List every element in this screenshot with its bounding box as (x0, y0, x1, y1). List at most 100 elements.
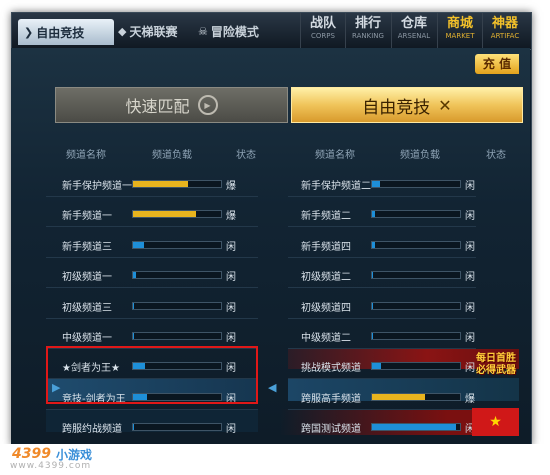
channel-load-fill (133, 303, 135, 309)
channel-load-fill (133, 211, 197, 217)
tab-label: 冒险模式 (210, 24, 259, 39)
right-channel-row[interactable]: 挑战模式频道闲 (288, 356, 476, 376)
channel-load-fill (133, 333, 135, 339)
row-divider (288, 378, 476, 379)
left-channel-row[interactable]: 新手频道三 闲 (46, 235, 258, 255)
channel-load-bar (132, 423, 222, 431)
channel-load-fill (133, 181, 189, 187)
left-channel-row[interactable]: 新手保护频道一 爆 (46, 174, 258, 194)
ladder-emblem-icon: ◆ (118, 24, 127, 38)
right-channel-row[interactable]: 新手频道二 闲 (288, 204, 476, 224)
highlight-box (46, 346, 258, 404)
channel-status: 闲 (465, 181, 475, 192)
tab-ladder-league[interactable]: ◆ 天梯联赛 (118, 20, 177, 42)
left-channel-row[interactable]: 跨服约战频道 闲 (46, 417, 258, 437)
tab-free-competition[interactable]: ❯ 自由竞技 (18, 19, 114, 45)
right-channel-row[interactable]: 新手频道四 闲 (288, 235, 476, 255)
free-competition-label: 自由竞技 (362, 97, 431, 118)
channel-load-fill (372, 303, 374, 309)
channel-load-bar (371, 302, 461, 310)
menu-arsenal[interactable]: 仓库 ARSENAL (391, 13, 436, 49)
channel-load-bar (371, 241, 461, 249)
channel-load-bar (371, 332, 461, 340)
right-channel-row[interactable]: 跨国测试频道闲 (288, 417, 476, 437)
daily-first-win-promo[interactable]: 每日首胜 必得武器 (470, 353, 522, 377)
left-channel-row[interactable]: 初级频道三 闲 (46, 296, 258, 316)
menu-artifact[interactable]: 神器 ARTIFAC (482, 13, 527, 49)
left-header-name: 频道名称 (66, 150, 106, 161)
channel-status: 闲 (465, 333, 475, 344)
channel-load-fill (372, 394, 425, 400)
channel-status: 爆 (226, 211, 236, 222)
channel-load-fill (372, 424, 456, 430)
tab-label: 自由竞技 (36, 25, 85, 40)
channel-load-fill (372, 242, 375, 248)
channel-name: 新手保护频道一 (62, 181, 132, 192)
left-header-load: 频道负载 (152, 150, 192, 161)
channel-load-fill (372, 333, 374, 339)
menu-market[interactable]: 商城 MARKET (437, 13, 482, 49)
row-divider (288, 318, 476, 319)
channel-status: 闲 (226, 333, 236, 344)
channel-load-bar (132, 210, 222, 218)
right-channel-row[interactable]: 初级频道二 闲 (288, 265, 476, 285)
right-channel-row[interactable]: 中级频道二 闲 (288, 326, 476, 346)
right-header-name: 频道名称 (315, 150, 355, 161)
channel-name: 新手保护频道二 (301, 181, 371, 192)
channel-name: 新手频道四 (301, 242, 351, 253)
promo-line-2: 必得武器 (476, 365, 516, 376)
watermark-brand: 4399 (12, 446, 51, 462)
channel-load-fill (372, 363, 381, 369)
row-divider (288, 226, 476, 227)
channel-status: 闲 (226, 303, 236, 314)
channel-load-fill (372, 181, 380, 187)
menu-ranking[interactable]: 排行 RANKING (345, 13, 390, 49)
channel-name: 跨服高手频道 (301, 394, 361, 405)
tab-adventure-mode[interactable]: ☠ 冒险模式 (198, 20, 259, 42)
quick-match-label: 快速匹配 (125, 97, 190, 116)
top-navigation-bar: ❯ 自由竞技 ◆ 天梯联赛 ☠ 冒险模式 战队 CORPS 排行 RANKING… (12, 13, 531, 50)
channel-load-bar (132, 180, 222, 188)
channel-name: 新手频道三 (62, 242, 112, 253)
crossed-rifles-icon: ✕ (438, 95, 452, 115)
channel-load-fill (133, 424, 135, 430)
left-channel-row[interactable]: 新手频道一 爆 (46, 204, 258, 224)
left-channel-row[interactable]: 初级频道一 闲 (46, 265, 258, 285)
row-divider (288, 287, 476, 288)
menu-label: 神器 (491, 16, 518, 31)
channel-load-bar (371, 271, 461, 279)
menu-corps[interactable]: 战队 CORPS (300, 13, 345, 49)
tab-label: 天梯联赛 (129, 24, 178, 39)
row-divider (46, 196, 258, 197)
left-arrow-icon: ◀ (268, 381, 277, 394)
channel-load-fill (133, 242, 144, 248)
recharge-button[interactable]: 充 值 (475, 54, 519, 74)
row-divider (46, 226, 258, 227)
menu-sublabel: RANKING (352, 32, 384, 40)
right-channel-row[interactable]: 新手保护频道二 闲 (288, 174, 476, 194)
menu-sublabel: ARTIFAC (490, 32, 520, 40)
channel-name: 初级频道三 (62, 303, 112, 314)
promo-line-1: 每日首胜 (476, 353, 516, 364)
right-channel-row[interactable]: 初级频道四 闲 (288, 296, 476, 316)
channel-status: 闲 (465, 303, 475, 314)
channel-name: 中级频道二 (301, 333, 351, 344)
quick-match-button[interactable]: 快速匹配 ▶ (55, 87, 288, 123)
menu-label: 战队 (309, 16, 336, 31)
menu-label: 商城 (446, 16, 473, 31)
channel-load-fill (372, 211, 375, 217)
channel-load-fill (372, 272, 374, 278)
menu-sublabel: MARKET (445, 32, 475, 40)
channel-status: 闲 (226, 242, 236, 253)
channel-name: 跨服约战频道 (62, 424, 122, 435)
channel-load-bar (132, 302, 222, 310)
channel-name: 新手频道一 (62, 211, 112, 222)
row-divider (46, 409, 258, 410)
free-competition-button[interactable]: 自由竞技 ✕ (291, 87, 523, 123)
channel-status: 闲 (465, 242, 475, 253)
right-channel-row[interactable]: 跨服高手频道 爆 (288, 387, 476, 407)
left-channel-row[interactable]: 中级频道一 闲 (46, 326, 258, 346)
row-divider (288, 348, 476, 349)
row-divider (288, 409, 476, 410)
right-header-load: 频道负载 (400, 150, 440, 161)
